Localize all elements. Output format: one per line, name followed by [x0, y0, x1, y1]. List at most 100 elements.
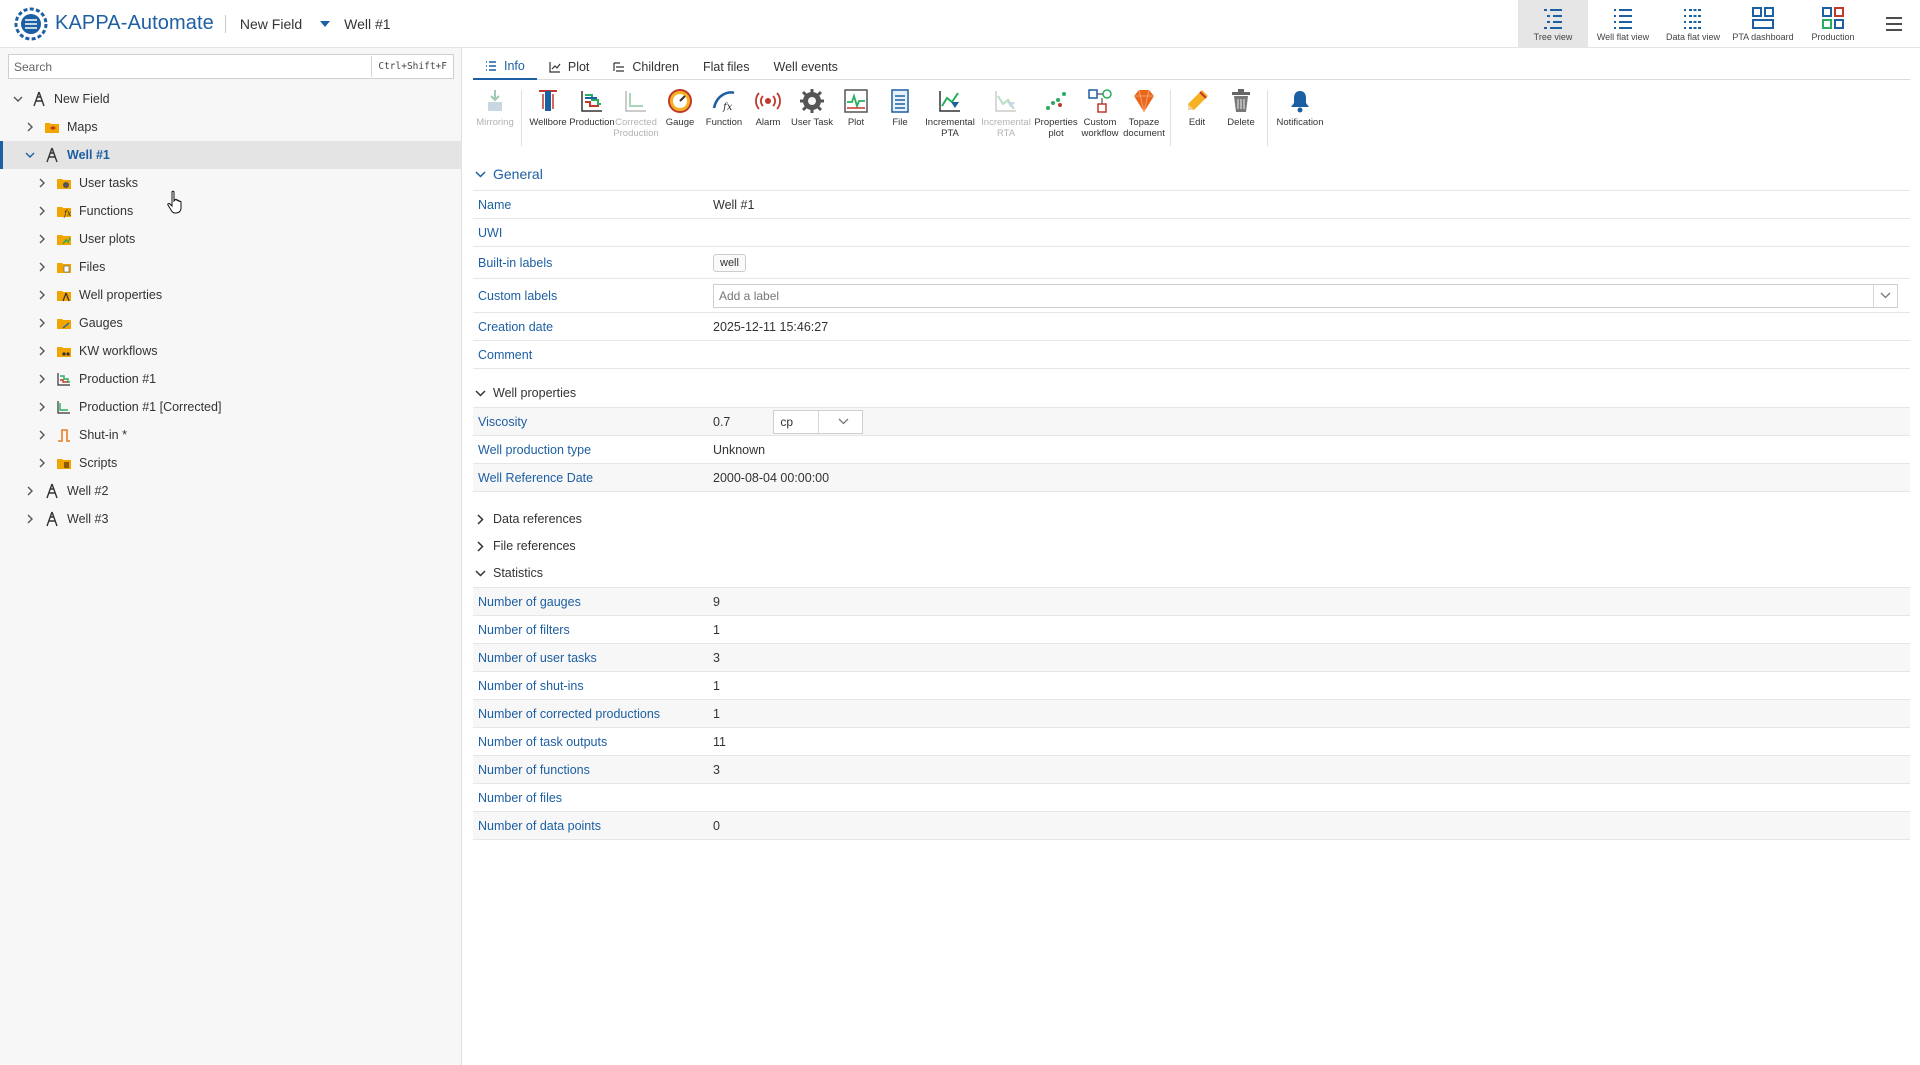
- file-button[interactable]: File: [878, 86, 922, 152]
- production-dashboard-button[interactable]: Production: [1798, 0, 1868, 47]
- tree-item-gauges[interactable]: Gauges: [0, 309, 462, 337]
- user-task-button[interactable]: User Task: [790, 86, 834, 152]
- chevron-down-icon[interactable]: [24, 149, 36, 161]
- chevron-right-icon[interactable]: [36, 233, 48, 245]
- tab-flat-files[interactable]: Flat files: [691, 54, 762, 80]
- tree-view-button[interactable]: Tree view: [1518, 0, 1588, 47]
- chevron-right-icon: [477, 540, 484, 552]
- breadcrumb-well[interactable]: Well #1: [344, 16, 390, 32]
- delete-trash-icon: [1232, 89, 1250, 112]
- field-dropdown-caret-icon[interactable]: [320, 20, 331, 27]
- tree-item-label: Files: [79, 260, 106, 274]
- main-menu-button[interactable]: [1868, 0, 1920, 47]
- tree-item-files[interactable]: Files: [0, 253, 462, 281]
- chevron-right-icon[interactable]: [36, 457, 48, 469]
- tree-search-input[interactable]: [9, 55, 372, 78]
- custom-labels-input[interactable]: [714, 288, 1873, 303]
- stat-key: Number of user tasks: [478, 650, 597, 665]
- incremental-rta-button[interactable]: Incremental RTA: [978, 86, 1034, 152]
- stat-value: 0: [713, 818, 720, 833]
- topaze-document-button[interactable]: Topaze document: [1122, 86, 1166, 152]
- chevron-right-icon[interactable]: [36, 177, 48, 189]
- stat-value: 11: [713, 734, 726, 749]
- section-file-references-header[interactable]: File references: [475, 536, 576, 556]
- tree-item-user-plots[interactable]: User plots: [0, 225, 462, 253]
- tree-item-functions[interactable]: fx Functions: [0, 197, 462, 225]
- section-data-references-header[interactable]: Data references: [475, 509, 582, 529]
- chevron-right-icon[interactable]: [36, 289, 48, 301]
- alarm-button[interactable]: Alarm: [746, 86, 790, 152]
- section-statistics-header[interactable]: Statistics: [475, 563, 543, 583]
- view-switcher: Tree view Well flat view Data flat view …: [1518, 0, 1920, 47]
- line-chart-icon: [549, 62, 561, 73]
- chevron-down-icon[interactable]: [12, 93, 24, 105]
- tree-item-production-1[interactable]: Production #1: [0, 365, 462, 393]
- chevron-right-icon[interactable]: [36, 373, 48, 385]
- tab-well-events[interactable]: Well events: [762, 54, 850, 80]
- corrected-production-tool-button[interactable]: Corrected Production: [613, 86, 659, 152]
- tab-plot[interactable]: Plot: [537, 54, 602, 80]
- tree-item-well-1[interactable]: Well #1: [0, 141, 462, 169]
- mirroring-button[interactable]: Mirroring: [473, 86, 517, 152]
- tree-item-production-1-corrected[interactable]: Production #1 [Corrected]: [0, 393, 462, 421]
- data-flat-view-button[interactable]: Data flat view: [1658, 0, 1728, 47]
- tool-label: Custom workflow: [1081, 117, 1119, 139]
- pta-dashboard-label: PTA dashboard: [1732, 32, 1794, 42]
- properties-plot-button[interactable]: Properties plot: [1034, 86, 1078, 152]
- breadcrumb-field[interactable]: New Field: [240, 16, 302, 32]
- function-button[interactable]: fx Function: [702, 86, 746, 152]
- kw-workflows-folder-icon: [56, 343, 72, 359]
- chevron-right-icon[interactable]: [36, 261, 48, 273]
- tree-item-well-properties[interactable]: Well properties: [0, 281, 462, 309]
- pta-dashboard-button[interactable]: PTA dashboard: [1728, 0, 1798, 47]
- viscosity-value[interactable]: 0.7: [713, 415, 730, 429]
- tree-item-well-2[interactable]: Well #2: [0, 477, 462, 505]
- chevron-right-icon[interactable]: [36, 317, 48, 329]
- chevron-right-icon[interactable]: [24, 485, 36, 497]
- tool-label: Edit: [1188, 117, 1206, 128]
- edit-button[interactable]: Edit: [1175, 86, 1219, 152]
- chevron-right-icon[interactable]: [36, 345, 48, 357]
- tool-label: User Task: [790, 117, 834, 128]
- tree-item-new-field[interactable]: New Field: [0, 85, 462, 113]
- stat-row: Number of shut-ins 1: [473, 672, 1910, 700]
- tree-item-label: Maps: [67, 120, 98, 134]
- tab-label: Flat files: [702, 60, 750, 74]
- production-tool-button[interactable]: Production: [569, 86, 615, 152]
- custom-labels-dropdown-button[interactable]: [1873, 284, 1897, 307]
- viscosity-unit-select[interactable]: cp: [773, 409, 864, 434]
- mirroring-icon: [488, 90, 502, 111]
- incremental-pta-button[interactable]: Incremental PTA: [922, 86, 978, 152]
- chevron-right-icon[interactable]: [36, 401, 48, 413]
- custom-workflow-button[interactable]: Custom workflow: [1078, 86, 1122, 152]
- entity-tree: New Field Maps Well #1 User tasks fx Fun…: [0, 85, 462, 533]
- tree-item-kw-workflows[interactable]: KW workflows: [0, 337, 462, 365]
- plot-button[interactable]: Plot: [834, 86, 878, 152]
- app-logo[interactable]: KAPPA-Automate: [14, 7, 214, 41]
- production-dashboard-label: Production: [1811, 32, 1855, 42]
- tree-item-scripts[interactable]: Scripts: [0, 449, 462, 477]
- well-flat-view-button[interactable]: Well flat view: [1588, 0, 1658, 47]
- unit-dropdown-button[interactable]: [817, 410, 863, 433]
- tree-item-user-tasks[interactable]: User tasks: [0, 169, 462, 197]
- tree-item-maps[interactable]: Maps: [0, 113, 462, 141]
- gauge-button[interactable]: Gauge: [658, 86, 702, 152]
- delete-button[interactable]: Delete: [1219, 86, 1263, 152]
- tree-item-well-3[interactable]: Well #3: [0, 505, 462, 533]
- chevron-down-icon: [475, 170, 486, 178]
- tool-label: Delete: [1227, 117, 1255, 128]
- chevron-right-icon[interactable]: [24, 121, 36, 133]
- chevron-right-icon[interactable]: [36, 429, 48, 441]
- property-key: Well Reference Date: [478, 470, 594, 485]
- chevron-right-icon[interactable]: [24, 513, 36, 525]
- section-general-header[interactable]: General: [475, 164, 543, 184]
- tree-item-shut-in[interactable]: Shut-in *: [0, 421, 462, 449]
- wellbore-button[interactable]: Wellbore: [526, 86, 570, 152]
- tab-info[interactable]: Info: [473, 54, 537, 80]
- chevron-right-icon[interactable]: [36, 205, 48, 217]
- section-well-properties-header[interactable]: Well properties: [475, 383, 576, 403]
- notification-button[interactable]: Notification: [1272, 86, 1328, 152]
- tab-children[interactable]: Children: [601, 54, 691, 80]
- user-tasks-folder-icon: [56, 175, 72, 191]
- tree-item-label: Well properties: [79, 288, 163, 302]
